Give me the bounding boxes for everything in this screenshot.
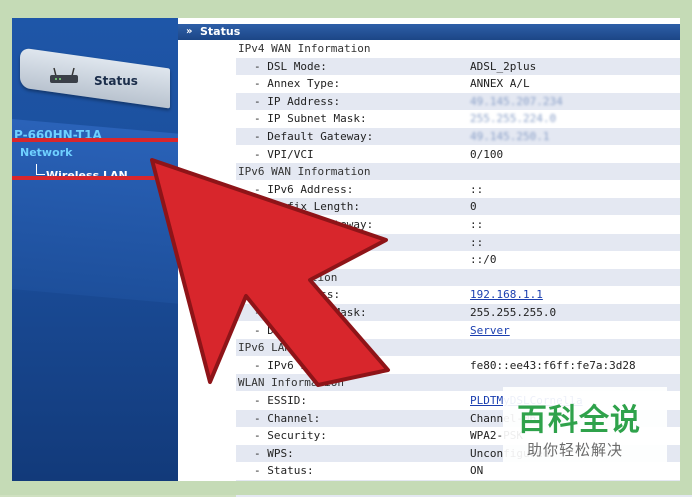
row-value: 49.145.207.234 (470, 94, 563, 108)
arrow-right-icon: » (186, 26, 193, 37)
section-label: IPv6 WAN Information (238, 165, 371, 179)
row-label: - ESSID: (254, 394, 307, 407)
section-label: IPv6 LAN Information (238, 341, 371, 355)
row-value-link[interactable]: Server (470, 322, 510, 339)
row-label: - IPv6 Address: (254, 182, 354, 196)
section-label: LAN Information (238, 270, 338, 284)
table-row: - IP Subnet Mask: 255.255.255.0 (236, 304, 692, 321)
table-row: - Default Gateway: 49.145.250.1 (236, 128, 692, 145)
table-row: - Prefix:::/0 (236, 251, 692, 268)
table-row: - DSL Mode: ADSL_2plus (236, 57, 692, 75)
row-label: - Default Gateway: (254, 130, 374, 143)
row-label: - Annex Type: (254, 77, 341, 91)
table-row: - DNS Server::: (236, 233, 692, 251)
row-label: - IP Address: (254, 94, 341, 108)
row-label: - DNS Server: (254, 235, 341, 249)
status-tab-label: Status (94, 74, 138, 88)
row-value: 255.255.224.0 (470, 112, 557, 126)
section-label: WLAN Information (238, 376, 344, 390)
table-row: - Prefix Length: 0 (236, 198, 692, 216)
row-value: 49.145.250.1 (470, 130, 550, 143)
watermark: 百科全说 助你轻松解决 (503, 387, 667, 470)
row-value: 0/100 (470, 147, 504, 161)
table-row: - IP Address: 192.168.1.1 (236, 286, 692, 303)
section-heading: LAN Information (236, 268, 692, 286)
highlight-box (4, 138, 189, 180)
status-header-bar: » Status (178, 24, 692, 40)
row-label: - IP Subnet Mask: (254, 112, 367, 126)
screenshot-frame: Status P-660HN-T1A Network Wireless LAN … (0, 0, 692, 497)
watermark-title: 百科全说 (517, 403, 641, 438)
router-icon (50, 67, 78, 83)
row-label: - IPv6 Link Local: (254, 358, 374, 372)
row-value: 0 (470, 200, 477, 214)
status-tab[interactable]: Status (20, 47, 170, 109)
row-label: - IP Subnet Mask: (254, 306, 367, 319)
section-heading: IPv6 WAN Information (236, 163, 692, 181)
table-row: - IPv6 Address::: (236, 181, 692, 198)
row-value: :: (470, 182, 484, 196)
row-label: - Channel: (254, 411, 321, 425)
row-label: - IP Address: (254, 288, 341, 302)
section-heading: Security (236, 480, 692, 497)
content-left-margin (178, 40, 236, 481)
row-value-link[interactable]: 192.168.1.1 (470, 286, 543, 303)
row-label: - Prefix: (254, 253, 314, 267)
table-row: - IP Address: 49.145.207.234 (236, 92, 692, 110)
row-label: - VPI/VCI (254, 147, 314, 161)
row-label: - Default Gateway: (254, 218, 374, 231)
row-label: - Security: (254, 429, 327, 443)
table-row: - IP Subnet Mask: 255.255.224.0 (236, 110, 692, 127)
table-row: - DHCP: Server (236, 322, 692, 339)
sidebar: Status P-660HN-T1A Network Wireless LAN (0, 18, 178, 481)
row-label: - DSL Mode: (254, 59, 327, 73)
section-heading: IPv6 LAN Information (236, 339, 692, 357)
row-value: fe80::ee43:f6ff:fe7a:3d28 (470, 358, 636, 372)
row-label: - Prefix Length: (254, 200, 360, 214)
table-row: - Annex Type: ANNEX A/L (236, 75, 692, 92)
watermark-subtitle: 助你轻松解决 (527, 441, 624, 459)
table-row: - Default Gateway::: (236, 216, 692, 233)
table-row: - IPv6 Link Local: fe80::ee43:f6ff:fe7a:3… (236, 357, 692, 374)
section-label: Security (238, 482, 291, 495)
row-label: - WPS: (254, 446, 294, 460)
row-value: ON (470, 464, 484, 478)
row-value: 255.255.255.0 (470, 306, 557, 319)
row-value: ::/0 (470, 253, 497, 267)
row-label: - Status: (254, 464, 314, 478)
row-value: :: (470, 218, 484, 231)
row-label: - DHCP: (254, 323, 301, 337)
status-header-title: Status (200, 25, 241, 38)
section-label: IPv4 WAN Information (238, 42, 371, 55)
row-value: :: (470, 235, 484, 249)
row-value: ANNEX A/L (470, 77, 530, 91)
section-heading: IPv4 WAN Information (236, 40, 692, 57)
row-value: ADSL_2plus (470, 59, 537, 73)
table-row: - VPI/VCI 0/100 (236, 146, 692, 163)
